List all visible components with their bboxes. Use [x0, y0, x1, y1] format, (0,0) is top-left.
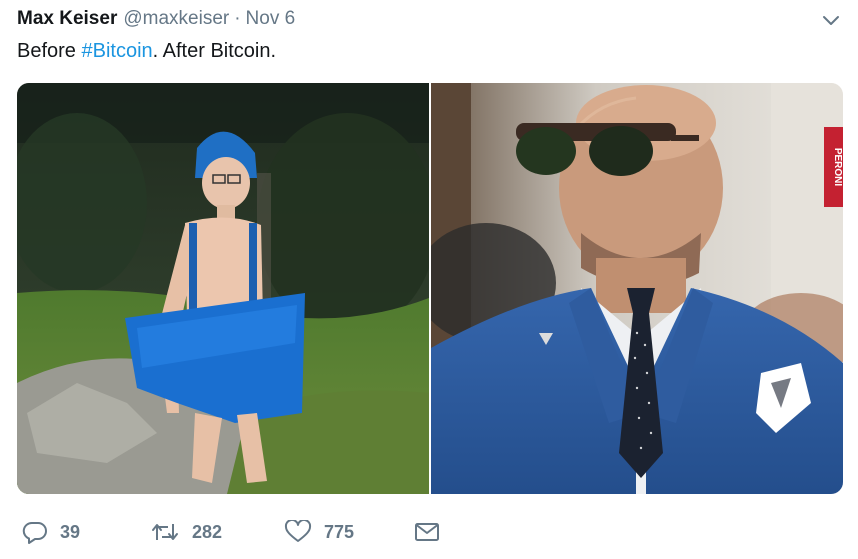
reply-button[interactable]: 39	[22, 517, 80, 547]
tweet-text-after: . After Bitcoin.	[152, 40, 277, 62]
heart-icon	[284, 520, 312, 542]
reply-icon	[22, 521, 47, 544]
photo-before[interactable]	[17, 83, 429, 494]
more-options-button[interactable]	[822, 14, 840, 28]
tweet-header: Max Keiser @maxkeiser · Nov 6	[17, 6, 844, 34]
handle[interactable]: @maxkeiser	[123, 8, 229, 29]
envelope-icon	[415, 523, 439, 541]
tweet-date[interactable]: Nov 6	[246, 8, 296, 29]
like-count: 775	[324, 521, 355, 542]
tweet-actions: 39 282 775	[22, 517, 522, 547]
reply-count: 39	[60, 521, 81, 542]
retweet-icon	[152, 524, 178, 540]
photo-after-image: PERONI	[431, 83, 843, 494]
author-line: Max Keiser @maxkeiser · Nov 6	[17, 8, 295, 30]
tweet-text: Before #Bitcoin. After Bitcoin.	[17, 40, 276, 63]
chevron-down-icon	[823, 16, 839, 25]
retweet-button[interactable]: 282	[150, 517, 222, 547]
media-grid: PERONI	[17, 83, 843, 494]
retweet-count: 282	[192, 521, 223, 542]
photo-before-image	[17, 83, 429, 494]
like-button[interactable]: 775	[284, 517, 354, 547]
peroni-banner-text: PERONI	[832, 148, 843, 187]
hashtag-link[interactable]: #Bitcoin	[81, 40, 152, 62]
direct-message-button[interactable]	[414, 517, 440, 547]
tweet-text-before: Before	[17, 40, 82, 62]
photo-after[interactable]: PERONI	[431, 83, 843, 494]
display-name[interactable]: Max Keiser	[17, 8, 117, 29]
separator: ·	[234, 8, 241, 29]
